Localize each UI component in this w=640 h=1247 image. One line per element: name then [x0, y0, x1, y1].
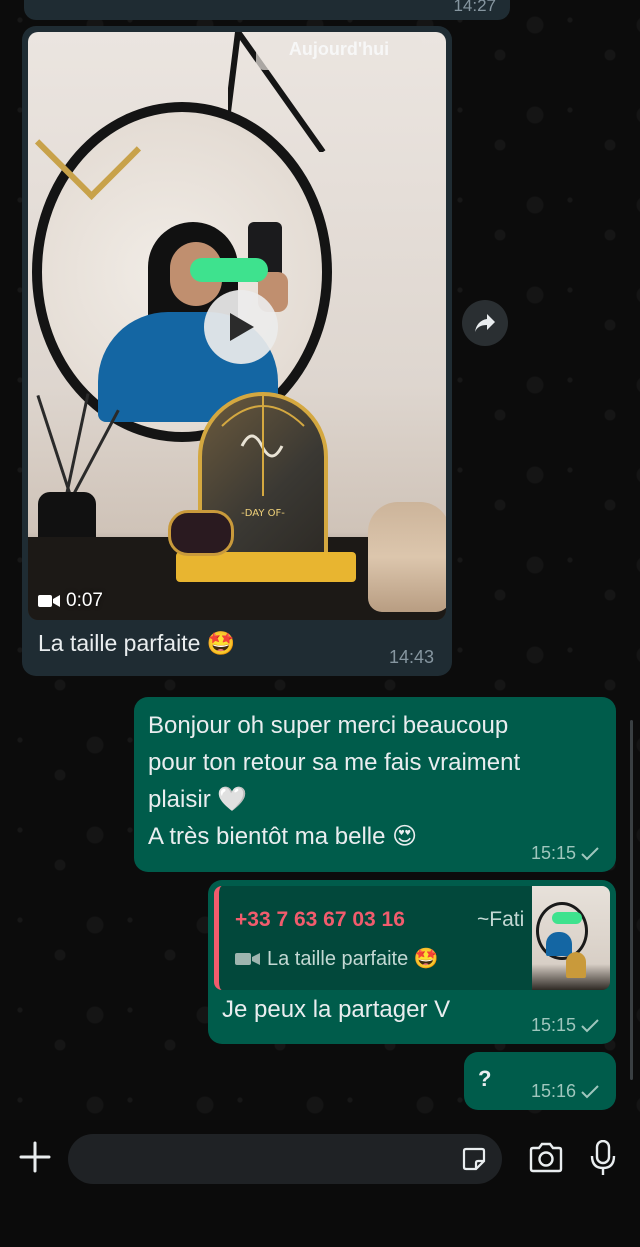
message-time: 15:15 — [530, 843, 576, 863]
censor-blot — [190, 258, 268, 282]
gold-tray — [176, 552, 356, 582]
forward-button[interactable] — [462, 300, 508, 346]
quote-preview-text: La taille parfaite 🤩 — [267, 948, 439, 970]
incoming-video-message[interactable]: -DAY OF- Aujourd'hui 0:07 La taille parf… — [22, 26, 452, 676]
message-time: 15:15 — [530, 1015, 576, 1035]
forward-icon — [475, 314, 495, 332]
video-caption: La taille parfaite 🤩 — [38, 630, 236, 656]
message-time: 14:43 — [388, 647, 434, 667]
message-time: 15:16 — [530, 1081, 576, 1101]
message-input[interactable] — [68, 1134, 502, 1184]
sticker-icon[interactable] — [460, 1145, 488, 1173]
message-text: Je peux la partager V — [222, 996, 451, 1023]
single-check-icon — [581, 846, 599, 860]
quote-preview: La taille parfaite 🤩 — [235, 946, 439, 971]
quote-thumbnail — [532, 886, 610, 990]
single-check-icon — [581, 1018, 599, 1032]
camera-icon[interactable] — [528, 1142, 564, 1174]
quote-author: +33 7 63 67 03 16 — [235, 908, 405, 931]
message-line: Bonjour oh super merci beaucoup — [148, 712, 509, 739]
date-chip: Aujourd'hui — [256, 36, 422, 70]
video-camera-icon — [235, 952, 260, 965]
message-text: Bonjour oh super merci beaucoup pour ton… — [148, 707, 602, 855]
quoted-message[interactable]: +33 7 63 67 03 16 ~Fati La taille parfai… — [214, 886, 610, 990]
ceramic-jar — [368, 502, 446, 612]
previous-message-bubble[interactable]: 14:27 — [24, 0, 510, 20]
message-text: ? — [478, 1066, 492, 1091]
duration-text: 0:07 — [66, 590, 103, 611]
play-icon — [230, 313, 254, 341]
message-meta: 15:15 — [531, 843, 600, 864]
plus-icon[interactable] — [18, 1140, 52, 1174]
message-meta: 15:16 — [531, 1081, 600, 1102]
message-line: plaisir 🤍 — [148, 786, 248, 813]
outgoing-message[interactable]: ? 15:16 — [464, 1052, 616, 1110]
plaque-pattern — [221, 396, 305, 566]
microphone-icon[interactable] — [590, 1140, 616, 1176]
single-check-icon — [581, 1084, 599, 1098]
moon-sign — [168, 510, 234, 556]
video-duration: 0:07 — [38, 590, 103, 612]
video-camera-icon — [38, 595, 60, 607]
quote-alias: ~Fati — [477, 908, 525, 931]
play-button[interactable] — [204, 290, 278, 364]
message-line: pour ton retour sa me fais vraiment — [148, 749, 521, 776]
outgoing-message[interactable]: Bonjour oh super merci beaucoup pour ton… — [134, 697, 616, 872]
compose-bar — [0, 1120, 640, 1247]
message-time: 14:27 — [453, 0, 496, 15]
scrollbar[interactable] — [630, 720, 633, 1080]
outgoing-reply-message[interactable]: +33 7 63 67 03 16 ~Fati La taille parfai… — [208, 880, 616, 1044]
video-thumbnail[interactable]: -DAY OF- Aujourd'hui 0:07 — [28, 32, 446, 620]
message-meta: 15:15 — [531, 1015, 600, 1036]
